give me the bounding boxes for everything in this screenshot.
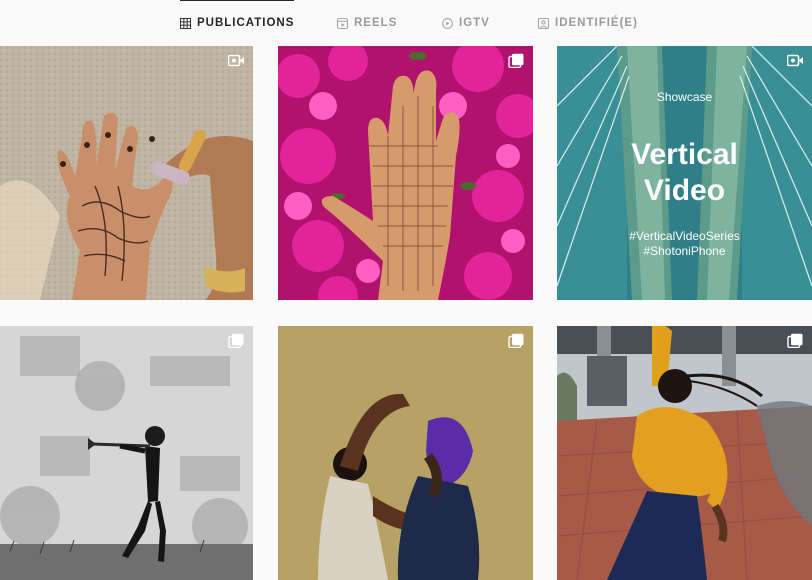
post-yellow-dancer[interactable] [557,326,812,580]
post-grid: Showcase Vertical Video #VerticalVideoSe… [0,46,812,580]
profile-page: PUBLICATIONS REELS IGTV IDENTIFIÉ(E) Sho… [0,0,812,580]
tagged-icon [538,17,549,29]
tab-reels[interactable]: REELS [337,0,397,46]
carousel-icon [508,53,525,69]
video-title-line1: Vertical [631,138,738,171]
video-title-line2: Video [643,174,726,207]
video-icon [227,53,245,68]
post-vertical-video[interactable]: Showcase Vertical Video #VerticalVideoSe… [557,46,812,300]
tab-label: IGTV [459,17,490,29]
post-image [278,46,533,300]
video-overlay-text: Showcase Vertical Video #VerticalVideoSe… [557,46,812,300]
post-image [557,326,812,580]
post-trumpet-player[interactable] [0,326,253,580]
tab-label: REELS [354,17,398,29]
post-two-dancers[interactable] [278,326,533,580]
igtv-icon [442,17,453,29]
tab-tagged[interactable]: IDENTIFIÉ(E) [538,0,638,46]
post-image [0,46,253,300]
showcase-label: Showcase [656,90,713,104]
hashtag: #VerticalVideoSeries [629,229,740,243]
video-icon [786,53,804,68]
carousel-icon [228,333,245,349]
tab-label: IDENTIFIÉ(E) [555,17,638,29]
post-henna-hand-stone[interactable] [0,46,253,300]
hashtag: #ShotoniPhone [643,244,726,258]
post-image [0,326,253,580]
tab-publications[interactable]: PUBLICATIONS [180,0,295,46]
carousel-icon [787,333,804,349]
tab-igtv[interactable]: IGTV [442,0,490,46]
grid-icon [180,17,191,29]
profile-tabs: PUBLICATIONS REELS IGTV IDENTIFIÉ(E) [0,0,812,46]
tab-label: PUBLICATIONS [197,17,295,29]
carousel-icon [508,333,525,349]
post-image [278,326,533,580]
reels-icon [337,17,348,29]
post-henna-hand-flowers[interactable] [278,46,533,300]
